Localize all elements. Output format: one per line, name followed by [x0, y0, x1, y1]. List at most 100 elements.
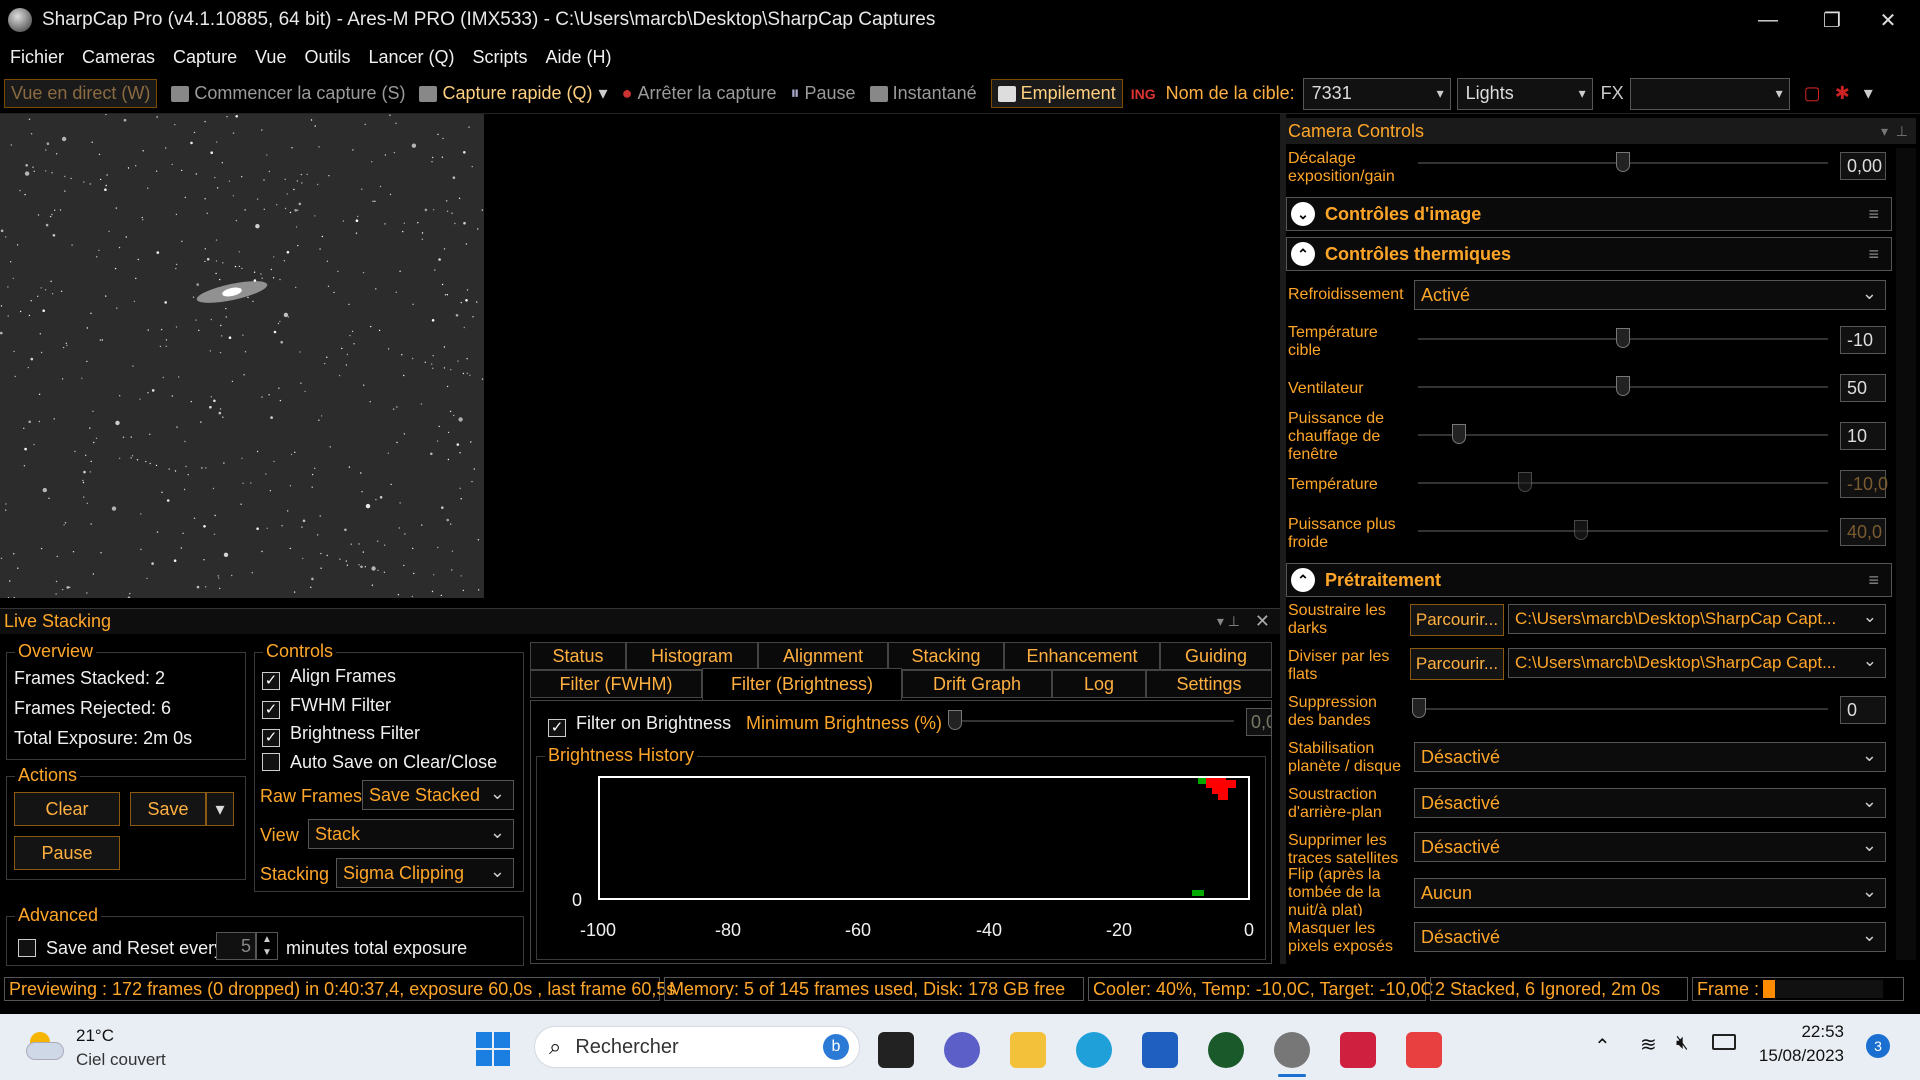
quick-capture-dropdown[interactable]: ▾	[599, 83, 608, 104]
app-icon-red[interactable]	[1340, 1032, 1376, 1068]
decalage-value[interactable]: 0,00	[1840, 152, 1886, 180]
decalage-thumb[interactable]	[1616, 152, 1630, 172]
filter-on-brightness-checkbox[interactable]: ✓ Filter on Brightness	[548, 713, 731, 737]
target-temp-thumb[interactable]	[1616, 328, 1630, 348]
notification-badge[interactable]: 3	[1866, 1034, 1890, 1058]
menu-vue[interactable]: Vue	[255, 47, 286, 68]
start-capture-button[interactable]: Commencer la capture (S)	[171, 83, 405, 104]
min-brightness-slider[interactable]	[950, 720, 1234, 722]
battery-icon[interactable]	[1712, 1034, 1736, 1050]
clock-time[interactable]: 22:53	[1760, 1022, 1844, 1042]
cooling-combo[interactable]: Activé	[1414, 280, 1886, 310]
save-dropdown-button[interactable]: ▾	[206, 792, 234, 826]
quick-capture-button[interactable]: Capture rapide (Q)	[419, 83, 593, 104]
minutes-spinner[interactable]: ▲ ▼	[256, 932, 278, 960]
target-name-combo[interactable]: 7331	[1302, 77, 1451, 110]
snapshot-button[interactable]: Instantané	[869, 83, 977, 104]
menu-icon[interactable]: ≡	[1868, 244, 1879, 265]
min-brightness-value[interactable]: 0,0	[1246, 708, 1272, 736]
mask-pixels-combo[interactable]: Désactivé	[1414, 922, 1886, 952]
min-brightness-thumb[interactable]	[948, 710, 962, 730]
toolbar-overflow-icon[interactable]: ▾	[1864, 83, 1873, 104]
tab-filter-fwhm[interactable]: Filter (FWHM)	[530, 670, 702, 698]
menu-icon[interactable]: ≡	[1868, 204, 1879, 225]
menu-scripts[interactable]: Scripts	[473, 47, 528, 68]
heater-value[interactable]: 10	[1840, 422, 1886, 450]
menu-aide[interactable]: Aide (H)	[546, 47, 612, 68]
stop-capture-button[interactable]: ● Arrêter la capture	[622, 83, 777, 104]
bing-icon[interactable]: b	[823, 1034, 849, 1060]
wifi-icon[interactable]: ≋	[1640, 1032, 1657, 1057]
live-view-button[interactable]: Vue en direct (W)	[4, 79, 158, 108]
close-button[interactable]: ✕	[1856, 0, 1920, 40]
target-temp-value[interactable]: -10	[1840, 326, 1886, 354]
banding-thumb[interactable]	[1412, 698, 1426, 718]
view-combo[interactable]: Stack	[308, 819, 514, 849]
menu-lancer[interactable]: Lancer (Q)	[368, 47, 454, 68]
stacking-button[interactable]: Empilement	[990, 79, 1123, 108]
store-icon[interactable]	[1142, 1032, 1178, 1068]
sharpcap-taskbar-icon[interactable]	[1274, 1032, 1310, 1068]
save-button[interactable]: Save	[130, 792, 206, 826]
stacking-combo[interactable]: Sigma Clipping	[336, 858, 514, 888]
minutes-input[interactable]: 5	[216, 932, 256, 960]
pin-icon[interactable]: ⊥	[1896, 123, 1908, 140]
banding-slider[interactable]	[1418, 708, 1828, 710]
thermal-controls-section[interactable]: ⌃ Contrôles thermiques ≡	[1286, 237, 1892, 271]
browse-flats-button[interactable]: Parcourir...	[1410, 648, 1504, 680]
tab-stacking[interactable]: Stacking	[888, 642, 1004, 670]
menu-outils[interactable]: Outils	[304, 47, 350, 68]
task-view-icon[interactable]	[878, 1032, 914, 1068]
taskbar-search[interactable]: ⌕ Rechercher b	[534, 1026, 860, 1068]
tab-settings[interactable]: Settings	[1146, 670, 1272, 698]
heater-slider[interactable]	[1418, 434, 1828, 436]
tab-alignment[interactable]: Alignment	[758, 642, 888, 670]
tab-filter-brightness[interactable]: Filter (Brightness)	[702, 668, 902, 700]
tray-chevron-up-icon[interactable]: ⌃	[1594, 1034, 1611, 1059]
stabilisation-combo[interactable]: Désactivé	[1414, 742, 1886, 772]
clear-button[interactable]: Clear	[14, 792, 120, 826]
edge-icon[interactable]	[1076, 1032, 1112, 1068]
tab-log[interactable]: Log	[1052, 670, 1146, 698]
auto-save-checkbox[interactable]: Auto Save on Clear/Close	[262, 752, 497, 773]
tab-histogram[interactable]: Histogram	[626, 642, 758, 670]
fx-combo[interactable]	[1629, 77, 1790, 110]
file-explorer-icon[interactable]	[1010, 1032, 1046, 1068]
crosshair-icon[interactable]: ✱	[1835, 83, 1850, 104]
minimize-button[interactable]: —	[1736, 0, 1800, 40]
pause-stack-button[interactable]: Pause	[14, 836, 120, 870]
tab-enhancement[interactable]: Enhancement	[1004, 642, 1160, 670]
anydesk-icon[interactable]	[1406, 1032, 1442, 1068]
satellite-combo[interactable]: Désactivé	[1414, 832, 1886, 862]
phd2-icon[interactable]	[1208, 1032, 1244, 1068]
menu-capture[interactable]: Capture	[173, 47, 237, 68]
teams-icon[interactable]	[944, 1032, 980, 1068]
camera-controls-scrollbar[interactable]	[1896, 148, 1916, 960]
menu-cameras[interactable]: Cameras	[82, 47, 155, 68]
tab-guiding[interactable]: Guiding	[1160, 642, 1272, 670]
image-controls-section[interactable]: ⌄ Contrôles d'image ≡	[1286, 197, 1892, 231]
darks-path-combo[interactable]: C:\Users\marcb\Desktop\SharpCap Capt...	[1508, 604, 1886, 634]
close-icon[interactable]: ✕	[1255, 611, 1270, 632]
flip-combo[interactable]: Aucun	[1414, 878, 1886, 908]
pause-button[interactable]: ⏸ Pause	[791, 83, 856, 104]
brightness-filter-checkbox[interactable]: ✓ Brightness Filter	[262, 723, 420, 747]
preprocessing-section[interactable]: ⌃ Prétraitement ≡	[1286, 563, 1892, 597]
speaker-muted-icon[interactable]: 🔇︎	[1676, 1032, 1689, 1055]
restore-button[interactable]: ❐	[1800, 0, 1864, 40]
clock-date[interactable]: 15/08/2023	[1752, 1046, 1844, 1066]
chevron-down-icon[interactable]: ▾	[1881, 123, 1888, 140]
windows-start-icon[interactable]	[476, 1032, 510, 1066]
record-target-icon[interactable]: ING	[1131, 86, 1156, 102]
tab-drift-graph[interactable]: Drift Graph	[902, 670, 1052, 698]
save-reset-checkbox[interactable]: Save and Reset every	[18, 938, 223, 959]
camera-preview-image[interactable]	[0, 114, 484, 598]
menu-icon[interactable]: ≡	[1868, 570, 1879, 591]
fwhm-filter-checkbox[interactable]: ✓ FWHM Filter	[262, 695, 391, 719]
heater-thumb[interactable]	[1452, 424, 1466, 444]
pin-icon[interactable]: ▾ ⊥	[1217, 613, 1240, 630]
fan-thumb[interactable]	[1616, 376, 1630, 396]
tab-status[interactable]: Status	[530, 642, 626, 670]
raw-frames-combo[interactable]: Save Stacked	[362, 780, 514, 810]
weather-cloud-icon[interactable]	[26, 1032, 66, 1062]
